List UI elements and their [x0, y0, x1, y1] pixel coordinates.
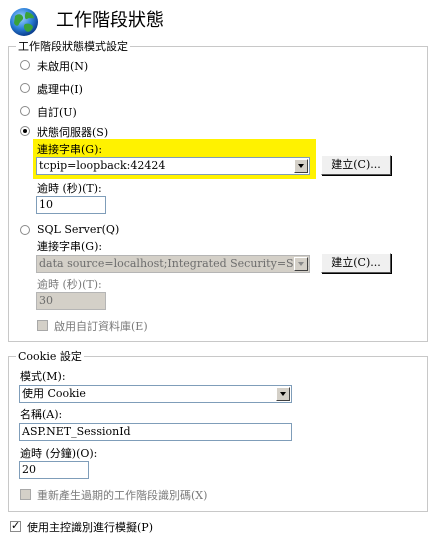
- radio-not-enabled-label: 未啟用(N): [37, 60, 89, 73]
- chevron-down-icon[interactable]: [294, 159, 308, 173]
- impersonate-label: 使用主控識別進行模擬(P): [27, 521, 153, 534]
- cookie-mode-select[interactable]: 使用 Cookie: [19, 385, 292, 403]
- radio-in-process-label: 處理中(I): [37, 83, 83, 96]
- radio-sql-server-label: SQL Server(Q): [37, 223, 120, 236]
- radio-state-server[interactable]: [20, 126, 30, 136]
- sql-build-button[interactable]: 建立(C)...: [321, 253, 391, 273]
- cookie-mode-label: 模式(M):: [20, 370, 66, 383]
- sql-timeout-label: 逾時 (秒)(T):: [37, 278, 102, 291]
- sql-timeout-input[interactable]: 30: [36, 292, 106, 310]
- cookie-settings-legend: Cookie 設定: [16, 348, 84, 364]
- sql-conn-value: data source=localhost;Integrated Securit…: [39, 257, 310, 270]
- state-server-conn-value: tcpip=loopback:42424: [39, 159, 166, 172]
- state-server-conn-select[interactable]: tcpip=loopback:42424: [36, 157, 310, 175]
- state-server-build-button[interactable]: 建立(C)...: [321, 155, 391, 175]
- cookie-name-input[interactable]: ASP.NET_SessionId: [19, 423, 292, 441]
- regenerate-id-checkbox[interactable]: [20, 489, 31, 500]
- custom-database-checkbox[interactable]: [37, 320, 48, 331]
- state-server-conn-label: 連接字串(G):: [37, 143, 103, 156]
- chevron-down-icon[interactable]: [294, 257, 308, 271]
- cookie-timeout-input[interactable]: 20: [19, 461, 89, 479]
- radio-custom[interactable]: [20, 106, 30, 116]
- sql-conn-select[interactable]: data source=localhost;Integrated Securit…: [36, 255, 310, 273]
- sql-conn-label: 連接字串(G):: [37, 240, 103, 253]
- radio-custom-label: 自訂(U): [37, 106, 77, 119]
- custom-database-label: 啟用自訂資料庫(E): [54, 320, 148, 333]
- radio-sql-server[interactable]: [20, 225, 30, 235]
- globe-icon: [8, 6, 40, 38]
- radio-not-enabled[interactable]: [20, 60, 30, 70]
- state-server-timeout-label: 逾時 (秒)(T):: [37, 182, 102, 195]
- regenerate-id-label: 重新產生過期的工作階段識別碼(X): [37, 489, 208, 502]
- cookie-name-label: 名稱(A):: [20, 408, 63, 421]
- impersonate-checkbox[interactable]: [10, 519, 21, 532]
- cookie-mode-value: 使用 Cookie: [22, 387, 86, 400]
- state-server-timeout-input[interactable]: 10: [36, 196, 106, 214]
- cookie-timeout-label: 逾時 (分鐘)(O):: [20, 447, 98, 460]
- radio-state-server-label: 狀態伺服器(S): [37, 126, 109, 139]
- radio-in-process[interactable]: [20, 83, 30, 93]
- session-mode-legend: 工作階段狀態模式設定: [16, 38, 130, 54]
- page-title: 工作階段狀態: [56, 10, 164, 31]
- chevron-down-icon[interactable]: [276, 387, 290, 401]
